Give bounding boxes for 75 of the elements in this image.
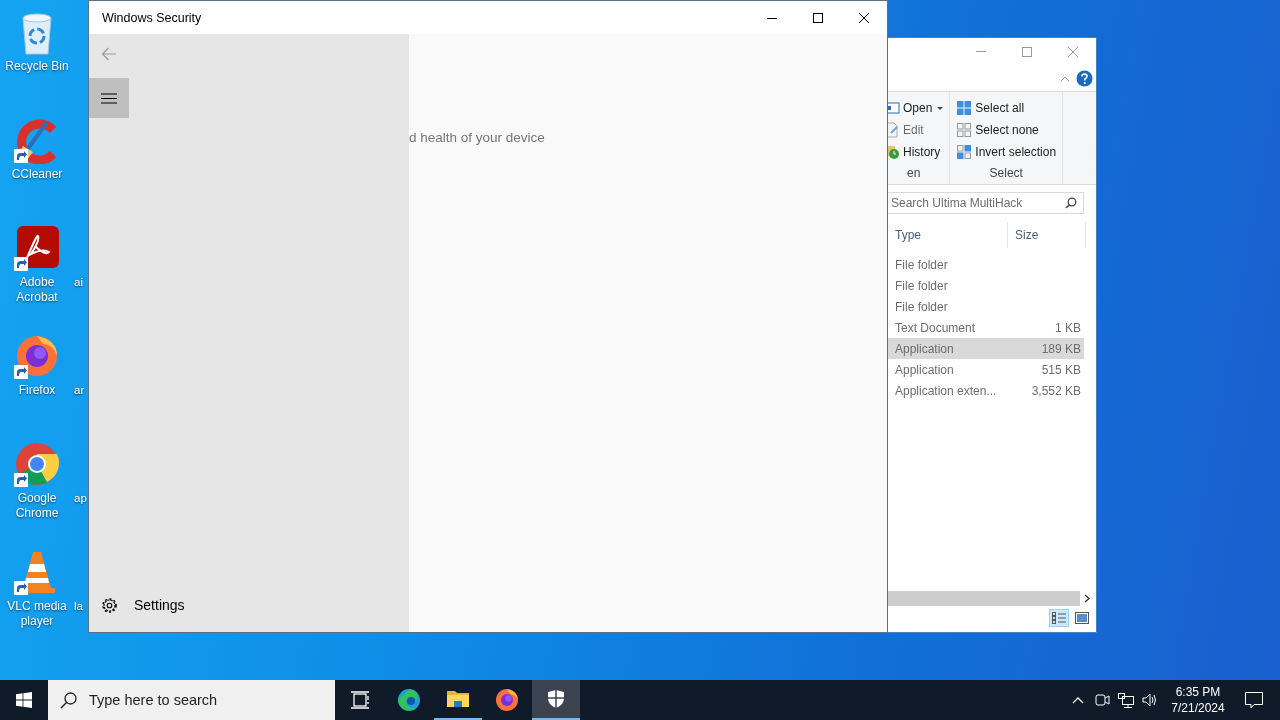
desktop-icon-label[interactable]: la bbox=[74, 548, 83, 614]
file-row[interactable]: Application 515 KB bbox=[888, 359, 1084, 380]
view-button[interactable] bbox=[1049, 609, 1069, 627]
table-cell-text: File folder bbox=[894, 278, 949, 293]
acrobat-icon[interactable] bbox=[13, 224, 61, 272]
volume-icon[interactable] bbox=[1142, 692, 1158, 708]
settings-button[interactable]: Settings bbox=[89, 585, 409, 625]
maximize-icon bbox=[813, 12, 823, 23]
show-hidden-icons-icon[interactable] bbox=[1072, 696, 1084, 704]
table-cell-text: File folder bbox=[894, 299, 949, 314]
file-row[interactable]: Application 189 KB bbox=[888, 338, 1084, 359]
desktop-icon-label[interactable]: Google Chrome bbox=[3, 491, 71, 521]
menu-icon bbox=[101, 92, 117, 104]
scrollbar-thumb[interactable] bbox=[888, 591, 1080, 606]
desktop-icon-label[interactable]: ar bbox=[74, 332, 85, 398]
grid-icon bbox=[956, 144, 973, 160]
file-row[interactable]: Application exten... 3,552 KB bbox=[888, 380, 1084, 401]
close-icon bbox=[859, 12, 869, 23]
ribbon-group-label: en bbox=[906, 166, 922, 182]
close-icon bbox=[1067, 46, 1079, 58]
scroll-right-icon[interactable] bbox=[1084, 594, 1090, 603]
network-icon[interactable] bbox=[1118, 692, 1134, 708]
windows-logo-icon bbox=[16, 692, 32, 708]
description-text: d health of your device bbox=[409, 130, 545, 145]
chrome-icon[interactable] bbox=[13, 440, 61, 488]
window-title: Windows Security bbox=[101, 10, 203, 25]
desktop-icon-label[interactable]: Firefox bbox=[3, 383, 71, 398]
camera-icon[interactable] bbox=[1094, 692, 1110, 708]
ribbon-button[interactable]: Invert selection bbox=[956, 141, 1057, 163]
search-field[interactable]: Type here to search bbox=[48, 680, 335, 720]
grid-icon bbox=[956, 122, 973, 138]
help-icon[interactable] bbox=[1076, 70, 1093, 87]
column-header[interactable]: Size bbox=[1008, 222, 1086, 248]
clock[interactable]: 6:35 PM 7/21/2024 bbox=[1162, 683, 1234, 717]
search-icon bbox=[1065, 197, 1077, 209]
desktop-icon-label[interactable]: ai bbox=[74, 224, 83, 290]
task-view-icon bbox=[351, 691, 369, 709]
table-cell-text: 515 KB bbox=[1040, 362, 1081, 377]
ribbon-group-label: Select bbox=[988, 166, 1024, 182]
view-button[interactable] bbox=[1072, 609, 1092, 627]
table-cell-text: 1 KB bbox=[1054, 320, 1081, 335]
notifications-icon[interactable] bbox=[1245, 691, 1263, 709]
desktop-icon-label[interactable]: CCleaner bbox=[3, 167, 71, 182]
caret-icon bbox=[937, 106, 944, 110]
search-icon bbox=[60, 691, 77, 709]
file-row[interactable]: Text Document 1 KB bbox=[888, 317, 1084, 338]
file-row[interactable]: File folder bbox=[888, 296, 1084, 317]
shield-icon bbox=[548, 690, 564, 708]
ribbon-button[interactable]: Select none bbox=[956, 119, 1057, 141]
table-cell-text: Text Document bbox=[894, 320, 977, 335]
grid-icon bbox=[956, 100, 973, 116]
list-icon bbox=[1052, 612, 1066, 624]
file-row[interactable]: File folder bbox=[888, 275, 1084, 296]
file-row[interactable]: File folder bbox=[888, 254, 1084, 275]
table-cell-text: File folder bbox=[894, 257, 949, 272]
collapse-ribbon-icon[interactable] bbox=[1060, 75, 1070, 82]
table-cell-text: Application bbox=[894, 362, 955, 377]
desktop-icon-label[interactable]: ap bbox=[74, 440, 87, 506]
desktop-icon-label[interactable]: Recycle Bin bbox=[3, 59, 71, 74]
table-cell-text: 189 KB bbox=[1040, 341, 1081, 356]
table-cell-text: Application exten... bbox=[894, 383, 998, 398]
table-cell-text: 3,552 KB bbox=[1030, 383, 1081, 398]
back-arrow-icon bbox=[101, 47, 117, 61]
menu-button[interactable] bbox=[89, 78, 129, 118]
desktop-icon-label[interactable]: VLC media player bbox=[3, 599, 71, 629]
taskbar-button[interactable] bbox=[532, 680, 580, 720]
settings-icon bbox=[101, 596, 118, 614]
search-field[interactable]: Search Ultima MultiHack bbox=[888, 192, 1084, 214]
desktop-icon-label[interactable]: Adobe Acrobat bbox=[3, 275, 71, 305]
ribbon-button[interactable]: Select all bbox=[956, 97, 1057, 119]
table-cell-text: Application bbox=[894, 341, 955, 356]
firefox-icon bbox=[495, 688, 519, 712]
maximize-icon bbox=[1021, 46, 1033, 58]
image-icon bbox=[1075, 612, 1089, 624]
edge-icon bbox=[397, 688, 421, 712]
